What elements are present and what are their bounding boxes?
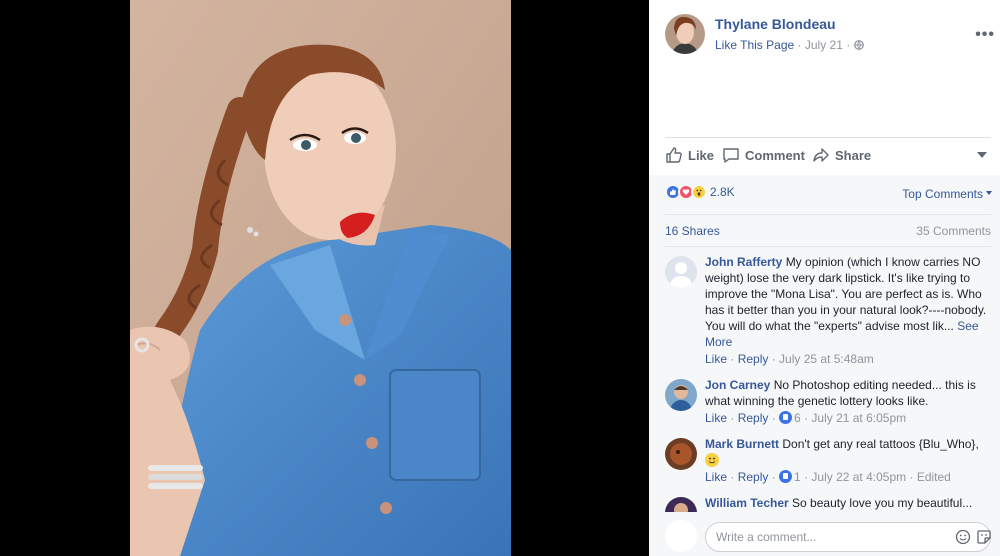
comment-sort-dropdown[interactable]: Top Comments [902, 187, 992, 201]
profile-photo [665, 379, 697, 411]
comment-author[interactable]: John Rafferty [705, 255, 782, 269]
comment-like-count[interactable]: 1 [794, 470, 801, 484]
comment-item: John Rafferty My opinion (which I know c… [665, 254, 991, 368]
comment-list: John Rafferty My opinion (which I know c… [665, 254, 991, 512]
divider [665, 214, 991, 215]
profile-photo [665, 438, 697, 470]
current-user-avatar [665, 520, 697, 552]
smiley-emoji-icon [705, 453, 719, 467]
comment-time[interactable]: July 25 at 5:48am [779, 352, 874, 366]
reaction-summary[interactable]: 2.8K [665, 184, 735, 200]
like-count-icon [779, 411, 793, 424]
comment-body: Mark Burnett Don't get any real tattoos … [705, 436, 991, 468]
edited-label[interactable]: Edited [917, 470, 951, 484]
comment-meta: Like · Reply · 1 · July 22 at 4:05pm · E… [705, 470, 951, 484]
comment-time[interactable]: July 21 at 6:05pm [811, 411, 906, 425]
photo-viewer: Thylane Blondeau Like This Page · July 2… [0, 0, 1000, 556]
comment-input[interactable] [705, 522, 991, 552]
default-avatar-icon [665, 256, 697, 288]
comment-like-count[interactable]: 6 [794, 411, 801, 425]
comment-author[interactable]: Jon Carney [705, 378, 770, 392]
portrait-illustration [130, 0, 511, 556]
comment-meta: Like · Reply · 6 · July 21 at 6:05pm [705, 411, 907, 425]
comment-item: Mark Burnett Don't get any real tattoos … [665, 436, 991, 486]
feedback-overlay: 2.8K Top Comments 16 Shares 35 Comments … [649, 0, 1000, 556]
wow-reaction-icon [691, 184, 707, 200]
post-photo[interactable] [130, 0, 511, 556]
shares-count[interactable]: 16 Shares [665, 224, 720, 238]
comment-body: William Techer So beauty love you my bea… [705, 495, 991, 511]
comment-like-link[interactable]: Like [705, 411, 727, 425]
profile-photo [665, 497, 697, 512]
sticker-icon[interactable] [976, 529, 992, 548]
emoji-icon[interactable] [955, 529, 971, 548]
comment-reply-link[interactable]: Reply [738, 352, 769, 366]
comment-item: William Techer So beauty love you my bea… [665, 495, 991, 512]
comment-text: Don't get any real tattoos {Blu_Who}, [782, 437, 979, 451]
photo-stage [0, 0, 649, 556]
reaction-count[interactable]: 2.8K [710, 185, 735, 199]
comments-count[interactable]: 35 Comments [916, 224, 991, 238]
commenter-avatar[interactable] [665, 256, 697, 288]
comment-body: Jon Carney No Photoshop editing needed..… [705, 377, 991, 409]
comment-composer [665, 518, 991, 554]
divider [665, 246, 991, 247]
comment-author[interactable]: William Techer [705, 496, 789, 510]
comment-item: Jon Carney No Photoshop editing needed..… [665, 377, 991, 427]
commenter-avatar[interactable] [665, 379, 697, 411]
comment-reply-link[interactable]: Reply [738, 470, 769, 484]
like-count-icon [779, 470, 793, 483]
commenter-avatar[interactable] [665, 438, 697, 470]
comment-like-link[interactable]: Like [705, 470, 727, 484]
comment-reply-link[interactable]: Reply [738, 411, 769, 425]
comment-time[interactable]: July 22 at 4:05pm [811, 470, 906, 484]
comment-author[interactable]: Mark Burnett [705, 437, 779, 451]
commenter-avatar[interactable] [665, 497, 697, 512]
comment-meta: Like · Reply · July 25 at 5:48am [705, 352, 874, 366]
comment-like-link[interactable]: Like [705, 352, 727, 366]
comment-text: So beauty love you my beautiful... [792, 496, 973, 510]
comment-body: John Rafferty My opinion (which I know c… [705, 254, 991, 350]
